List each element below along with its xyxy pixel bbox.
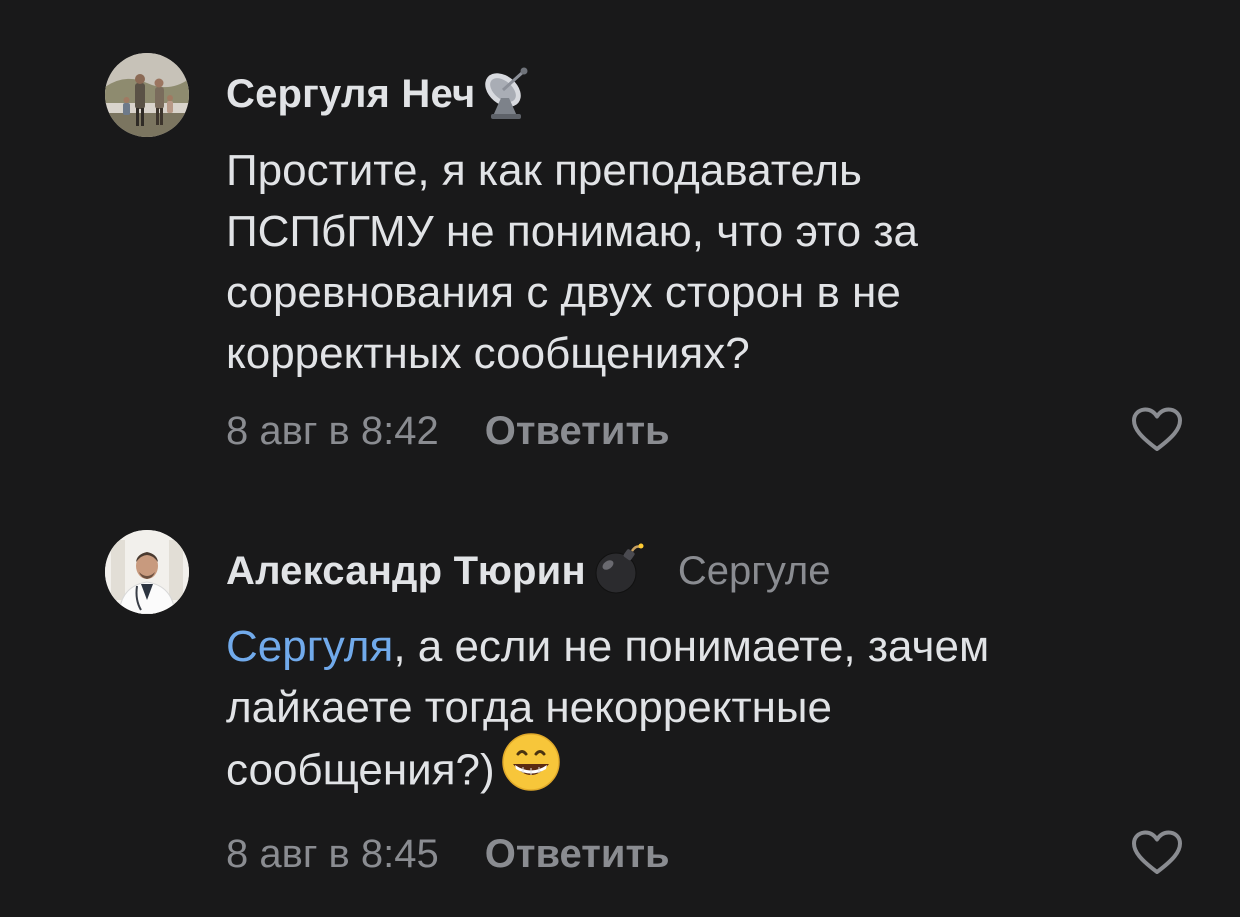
author-line: Сергуля Неч: [226, 67, 537, 121]
author-line: Александр Тюрин Сергуле: [226, 543, 831, 599]
reply-to-label[interactable]: Сергуле: [678, 549, 831, 594]
avatar[interactable]: [105, 530, 189, 614]
grinning-face-icon: [501, 732, 561, 808]
timestamp: 8 авг в 8:45: [226, 831, 439, 876]
comment-text: Простите, я как преподаватель ПСПбГМУ не…: [226, 140, 1186, 384]
avatar[interactable]: [105, 53, 189, 137]
reply-button[interactable]: Ответить: [485, 832, 670, 877]
comment-meta: 8 авг в 8:42 Ответить: [226, 406, 670, 456]
comment-text-line: соревнования с двух сторон в не: [226, 268, 901, 317]
comment-text-line: Сергуля, а если не понимаете, зачем: [226, 616, 1186, 677]
comment-text-fragment: , а если не понимаете, зачем: [393, 622, 990, 671]
bomb-icon: [592, 541, 648, 602]
mention-link[interactable]: Сергуля: [226, 622, 393, 671]
author-name[interactable]: Александр Тюрин: [226, 549, 586, 594]
comment-text-line: ПСПбГМУ не понимаю, что это за: [226, 207, 918, 256]
heart-outline-icon[interactable]: [1131, 830, 1183, 876]
satellite-dish-icon: [479, 64, 537, 125]
reply-button[interactable]: Ответить: [485, 409, 670, 454]
comment-text-line: Простите, я как преподаватель: [226, 146, 862, 195]
comment-meta: 8 авг в 8:45 Ответить: [226, 829, 670, 879]
comment-text-line: сообщения?): [226, 733, 1186, 808]
comment-text: Сергуля, а если не понимаете, зачем лайк…: [226, 616, 1186, 808]
author-name[interactable]: Сергуля Неч: [226, 72, 475, 117]
comment-text-line: лайкаете тогда некорректные: [226, 683, 833, 732]
timestamp: 8 авг в 8:42: [226, 408, 439, 453]
comment-text-line: корректных сообщениях?: [226, 329, 750, 378]
heart-outline-icon[interactable]: [1131, 407, 1183, 453]
comment-text-fragment: сообщения?): [226, 745, 495, 795]
